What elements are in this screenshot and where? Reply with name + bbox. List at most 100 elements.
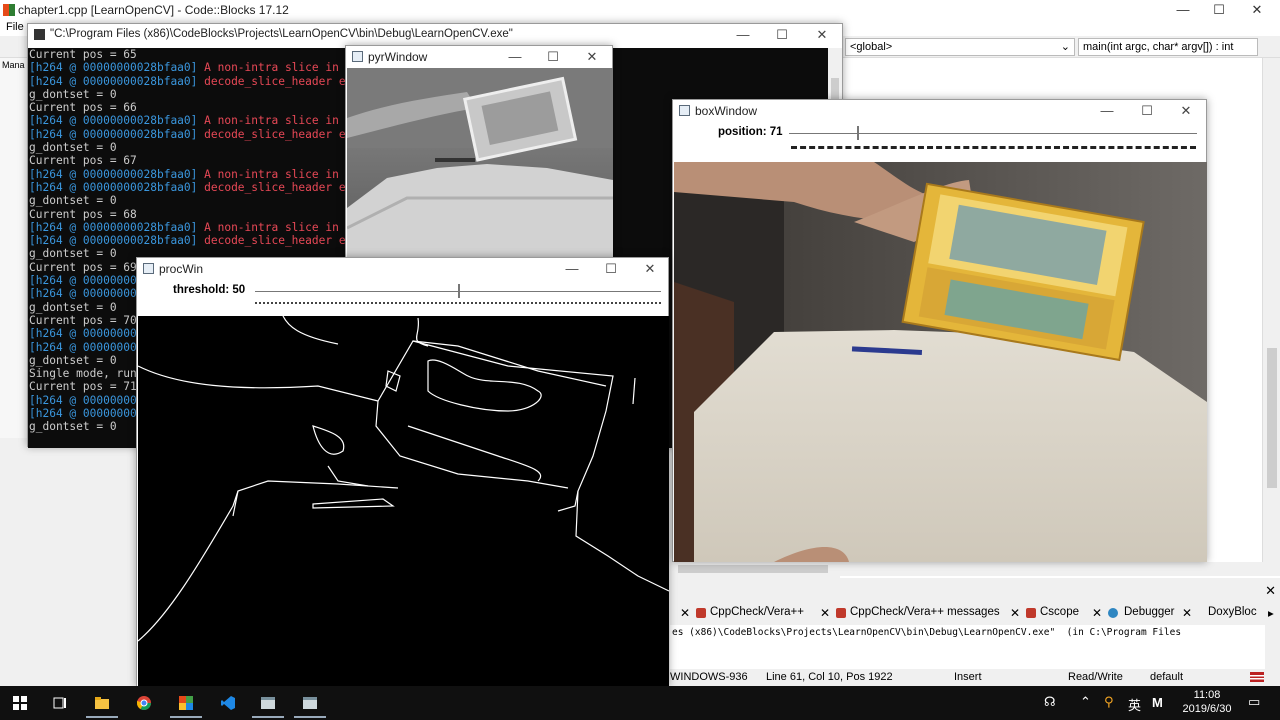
box-window[interactable]: boxWindow — ☐ ✕ position: 71 <box>672 99 1207 562</box>
maximize-button[interactable]: ☐ <box>1128 100 1166 122</box>
window-icon <box>679 105 690 116</box>
scope-combo-value: <global> <box>850 41 893 53</box>
console-text: Current pos = 71 <box>29 380 137 394</box>
status-access: Read/Write <box>1068 671 1123 683</box>
chrome-icon <box>137 696 151 710</box>
clock[interactable]: 11:08 2019/6/30 <box>1172 688 1242 716</box>
status-encoding: WINDOWS-936 <box>670 671 748 683</box>
console-text: [h264 @ 00000000028bfaa0] <box>29 167 205 181</box>
ime-indicator[interactable]: 英 <box>1128 695 1141 714</box>
minimize-button[interactable]: — <box>496 46 534 68</box>
scroll-thumb[interactable] <box>1267 348 1277 488</box>
console-text: [h264 @ 00000000028bfaa0] <box>29 114 205 128</box>
task-view-button[interactable] <box>40 688 80 718</box>
console-text: Current pos = 68 <box>29 207 137 221</box>
minimize-button[interactable]: — <box>553 258 591 280</box>
codeblocks-icon <box>179 696 193 710</box>
close-button[interactable]: ✕ <box>631 258 669 280</box>
chevron-right-icon[interactable]: ▸ <box>1268 606 1274 620</box>
trackbar-ticks <box>255 302 661 305</box>
trackbar-thumb[interactable] <box>857 126 860 140</box>
console-text: g_dontset = 0 <box>29 420 117 434</box>
people-icon[interactable]: ☊ <box>1044 694 1056 710</box>
close-icon[interactable]: ✕ <box>680 606 690 620</box>
close-icon[interactable]: ✕ <box>1092 606 1102 620</box>
chrome-button[interactable] <box>124 688 164 718</box>
console-text: g_dontset = 0 <box>29 141 117 155</box>
chevron-up-icon[interactable]: ⌃ <box>1080 694 1091 710</box>
function-combo[interactable]: main(int argc, char* argv[]) : int <box>1078 38 1258 56</box>
close-button[interactable]: ✕ <box>1167 100 1205 122</box>
window-icon <box>352 51 363 62</box>
close-icon[interactable]: ✕ <box>1265 583 1276 599</box>
maximize-button[interactable]: ☐ <box>763 24 801 46</box>
ime-mode-icon[interactable]: M <box>1152 695 1163 710</box>
tab-doxyblocks[interactable]: ✕ DoxyBloc ▸ <box>1182 605 1280 623</box>
start-icon <box>13 696 27 710</box>
editor-hscrollbar[interactable] <box>670 562 1280 576</box>
start-button[interactable] <box>0 688 40 718</box>
console-text: g_dontset = 0 <box>29 87 117 101</box>
console-text: [h264 @ 00000000028bfaa0] <box>29 180 205 194</box>
codeblocks-button[interactable] <box>166 688 206 718</box>
scroll-thumb[interactable] <box>678 565 828 573</box>
app-window-button[interactable] <box>290 688 330 718</box>
box-image <box>674 162 1207 562</box>
tab-label: Cscope <box>1040 606 1079 618</box>
close-icon[interactable]: ✕ <box>1010 606 1020 620</box>
active-indicator <box>294 716 326 718</box>
tab-debugger[interactable]: ✕ Debugger <box>1092 605 1192 623</box>
scope-combo[interactable]: <global> ⌄ <box>845 38 1075 56</box>
tab-label: CppCheck/Vera++ <box>710 606 804 618</box>
close-button[interactable]: ✕ <box>803 24 841 46</box>
proc-titlebar[interactable]: procWin — ☐ ✕ <box>137 258 668 280</box>
tab-label: DoxyBloc <box>1208 606 1257 618</box>
clock-date: 2019/6/30 <box>1182 703 1232 715</box>
editor-vscrollbar[interactable] <box>1262 58 1280 568</box>
vscode-button[interactable] <box>208 688 248 718</box>
close-icon[interactable]: ✕ <box>820 606 830 620</box>
menu-file[interactable]: File <box>6 21 24 33</box>
minimize-button[interactable]: — <box>1088 100 1126 122</box>
console-text: [h264 @ 00000000028bfaa0] <box>29 220 205 234</box>
trackbar-track[interactable] <box>789 133 1197 134</box>
box-titlebar[interactable]: boxWindow — ☐ ✕ <box>673 100 1206 122</box>
pyr-titlebar[interactable]: pyrWindow — ☐ ✕ <box>346 46 612 68</box>
trackbar-thumb[interactable] <box>458 284 460 298</box>
console-text: [h264 @ 00000000028bfaa0] <box>29 127 205 141</box>
console-text: Current pos = 66 <box>29 101 137 115</box>
close-button[interactable]: ✕ <box>573 46 611 68</box>
close-icon[interactable]: ✕ <box>1182 606 1192 620</box>
minimize-button[interactable]: — <box>724 24 762 46</box>
status-profile: default <box>1150 671 1184 683</box>
notification-app-icon[interactable]: ⚲ <box>1104 694 1114 710</box>
pyr-window[interactable]: pyrWindow — ☐ ✕ <box>345 45 613 260</box>
tab-cscope[interactable]: ✕ Cscope <box>1010 605 1100 623</box>
console-text: g_dontset = 0 <box>29 194 117 208</box>
console-text: [h264 @ 00000000028bfaa0] <box>29 61 205 75</box>
close-button[interactable]: ✕ <box>1234 0 1280 20</box>
console-text: Current pos = 70 <box>29 313 137 327</box>
threshold-trackbar[interactable]: threshold: 50 <box>137 280 668 316</box>
app-window-button[interactable] <box>248 688 288 718</box>
task-view-icon <box>53 697 66 709</box>
codeblocks-titlebar: chapter1.cpp [LearnOpenCV] - Code::Block… <box>0 0 1280 20</box>
tab-cppcheck[interactable]: ✕ CppCheck/Vera++ <box>680 605 830 623</box>
file-explorer-button[interactable] <box>82 688 122 718</box>
position-trackbar[interactable]: position: 71 <box>673 122 1206 158</box>
tab-cppcheck-messages[interactable]: ✕ CppCheck/Vera++ messages <box>820 605 1020 623</box>
console-text: Current pos = 67 <box>29 154 137 168</box>
action-center-icon[interactable]: ▭ <box>1248 694 1260 710</box>
logs-panel: ✕ ✕ CppCheck/Vera++ ✕ CppCheck/Vera++ me… <box>670 583 1280 669</box>
maximize-button[interactable]: ☐ <box>534 46 572 68</box>
console-text: Current pos = 65 <box>29 48 137 61</box>
codeblocks-icon <box>3 4 15 16</box>
management-label: Mana <box>2 60 25 70</box>
maximize-button[interactable]: ☐ <box>592 258 630 280</box>
proc-window[interactable]: procWin — ☐ ✕ threshold: 50 <box>136 257 669 687</box>
console-text: Single mode, run <box>29 367 137 381</box>
console-text: g_dontset = 0 <box>29 353 117 367</box>
cscope-icon <box>1026 608 1036 618</box>
active-indicator <box>252 716 284 718</box>
app-window-icon <box>261 697 275 709</box>
